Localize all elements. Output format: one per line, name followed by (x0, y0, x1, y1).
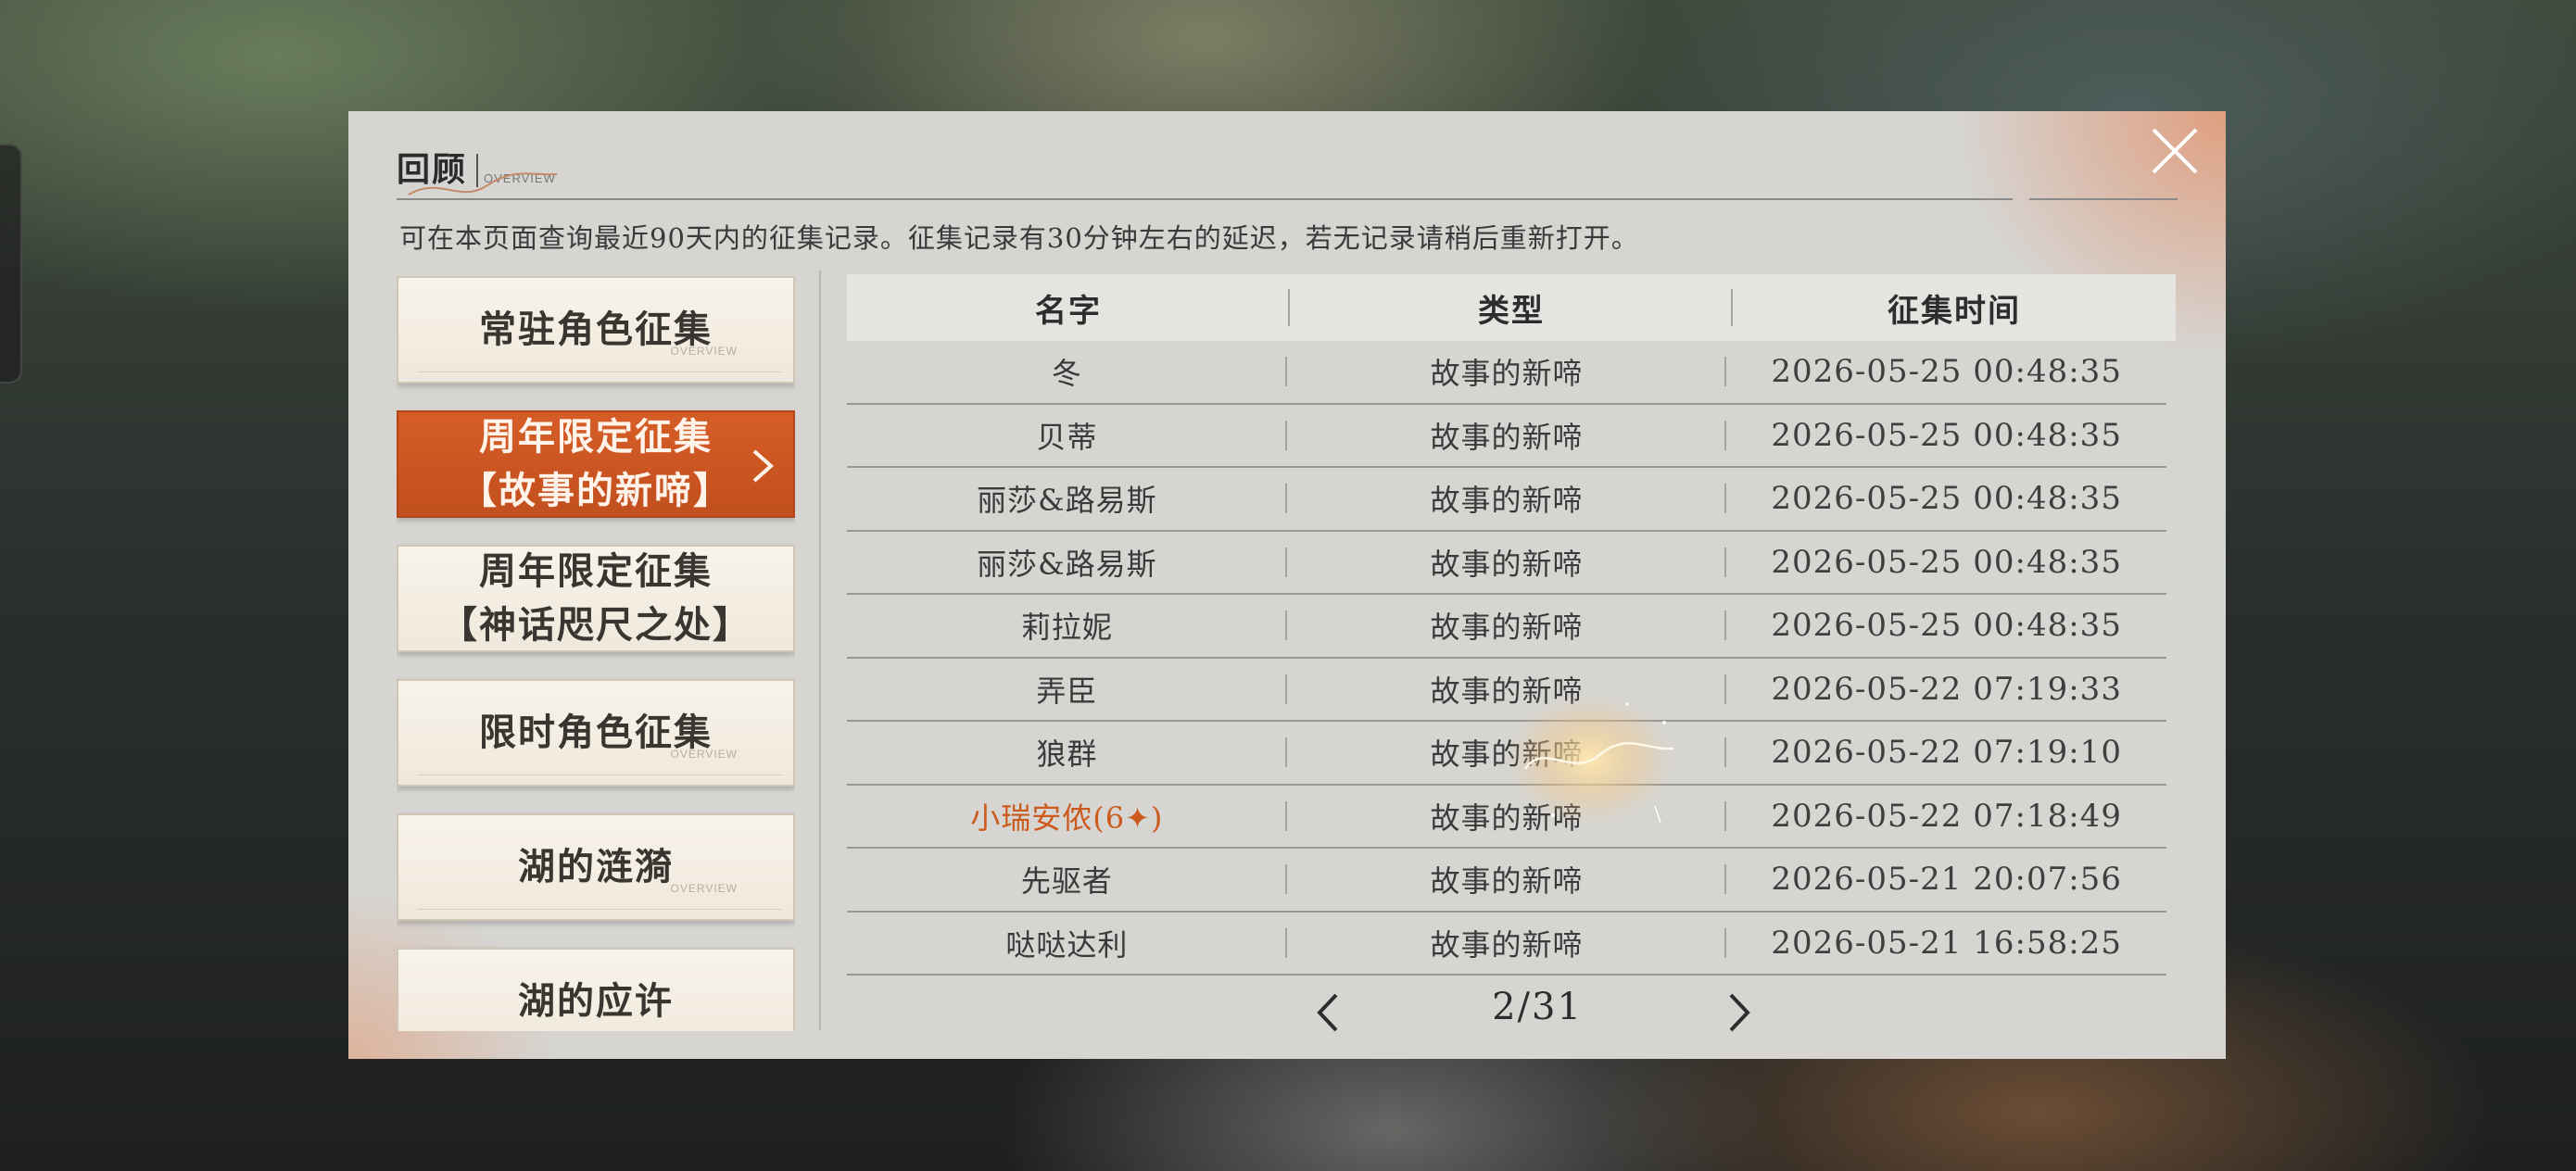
cell-time: 2026-05-25 00:48:35 (1771, 416, 2122, 454)
chevron-left-icon[interactable] (1310, 989, 1347, 1036)
cell-type: 故事的新啼 (1287, 350, 1727, 393)
header-divider (397, 198, 1957, 200)
cell-name: 弄臣 (847, 668, 1287, 711)
tab-label: 湖的涟漪 (518, 845, 674, 888)
table-row: 丽莎&路易斯 故事的新啼 2026-05-25 00:48:35 (847, 532, 2166, 595)
cell-name: 丽莎&路易斯 (847, 541, 1287, 584)
column-header-time: 征集时间 (1888, 292, 2021, 330)
cell-time: 2026-05-25 00:48:35 (1771, 607, 2122, 645)
side-handle[interactable] (0, 144, 22, 384)
cell-type: 故事的新啼 (1287, 541, 1727, 584)
cell-time: 2026-05-21 16:58:25 (1771, 924, 2122, 962)
cell-type: 故事的新啼 (1287, 858, 1727, 900)
tab-footer-label: OVERVIEW (670, 748, 738, 761)
chevron-right-icon (752, 449, 775, 483)
header-divider-short (1955, 198, 2013, 200)
tab-label: 周年限定征集 (479, 549, 713, 593)
cell-type: 故事的新啼 (1287, 922, 1727, 964)
cell-time: 2026-05-21 20:07:56 (1771, 861, 2122, 899)
cell-name: 狼群 (847, 731, 1287, 774)
tab-footer-label: OVERVIEW (670, 345, 738, 358)
title-flourish (408, 172, 558, 195)
cell-name: 先驱者 (847, 858, 1287, 900)
cell-name: 莉拉妮 (847, 604, 1287, 647)
table-row: 莉拉妮 故事的新啼 2026-05-25 00:48:35 (847, 595, 2166, 659)
description-text: 可在本页面查询最近90天内的征集记录。征集记录有30分钟左右的延迟，若无记录请稍… (399, 222, 1639, 254)
cell-name: 哒哒达利 (847, 922, 1287, 964)
cell-type: 故事的新啼 (1287, 604, 1727, 647)
table-row: 冬 故事的新啼 2026-05-25 00:48:35 (847, 341, 2166, 405)
records-table: 名字 类型 征集时间 冬 故事的新啼 2026-05-25 00:48:35 贝… (847, 274, 2176, 976)
tab-label-sub: 【故事的新啼】 (460, 469, 732, 512)
table-row: 小瑞安侬(6✦) 故事的新啼 2026-05-22 07:18:49 (847, 786, 2166, 849)
close-icon[interactable] (2142, 119, 2207, 183)
table-row: 先驱者 故事的新啼 2026-05-21 20:07:56 (847, 849, 2166, 913)
cell-type: 故事的新啼 (1287, 477, 1727, 520)
table-row: 狼群 故事的新啼 2026-05-22 07:19:10 (847, 722, 2166, 786)
cell-name: 丽莎&路易斯 (847, 477, 1287, 520)
tab-anniversary-new-cry[interactable]: 周年限定征集 【故事的新啼】 (397, 410, 795, 518)
tab-label: 周年限定征集 (479, 415, 713, 459)
cell-time: 2026-05-22 07:18:49 (1771, 797, 2122, 835)
cell-time: 2026-05-25 00:48:35 (1771, 480, 2122, 518)
table-row: 丽莎&路易斯 故事的新啼 2026-05-25 00:48:35 (847, 468, 2166, 532)
tab-standard-recruit[interactable]: 常驻角色征集 OVERVIEW (397, 276, 795, 384)
cell-name: 冬 (847, 350, 1287, 393)
banner-tab-list[interactable]: 常驻角色征集 OVERVIEW 周年限定征集 【故事的新啼】 周年限定征集 【神… (397, 276, 795, 1031)
tab-lake-promise[interactable]: 湖的应许 (397, 948, 795, 1031)
tab-anniversary-myth[interactable]: 周年限定征集 【神话咫尺之处】 (397, 545, 795, 652)
tab-label-sub: 【神话咫尺之处】 (440, 603, 751, 647)
table-header: 名字 类型 征集时间 (847, 274, 2176, 341)
overview-dialog: 回顾 OVERVIEW 可在本页面查询最近90天内的征集记录。征集记录有30分钟… (348, 111, 2226, 1059)
chevron-right-icon[interactable] (1720, 989, 1757, 1036)
tab-label: 湖的应许 (518, 979, 674, 1023)
cell-name: 贝蒂 (847, 414, 1287, 457)
table-row: 哒哒达利 故事的新啼 2026-05-21 16:58:25 (847, 913, 2166, 976)
cell-type: 故事的新啼 (1287, 731, 1727, 774)
cell-time: 2026-05-25 00:48:35 (1771, 353, 2122, 391)
page-indicator: 2/31 (1492, 986, 1583, 1028)
header-divider-end (2029, 198, 2178, 200)
cell-time: 2026-05-25 00:48:35 (1771, 543, 2122, 581)
pagination: 2/31 (847, 982, 2176, 1038)
cell-time: 2026-05-22 07:19:33 (1771, 670, 2122, 708)
cell-time: 2026-05-22 07:19:10 (1771, 734, 2122, 772)
cell-type: 故事的新啼 (1287, 414, 1727, 457)
cell-name-highlight: 小瑞安侬(6✦) (847, 795, 1287, 837)
column-header-name: 名字 (847, 285, 1290, 331)
table-row: 贝蒂 故事的新啼 2026-05-25 00:48:35 (847, 405, 2166, 468)
panel-divider (819, 271, 821, 1030)
tab-limited-recruit[interactable]: 限时角色征集 OVERVIEW (397, 679, 795, 787)
cell-type: 故事的新啼 (1287, 795, 1727, 837)
table-row: 弄臣 故事的新啼 2026-05-22 07:19:33 (847, 659, 2166, 722)
tab-footer-label: OVERVIEW (670, 882, 738, 895)
cell-type: 故事的新啼 (1287, 668, 1727, 711)
column-header-type: 类型 (1290, 285, 1733, 331)
tab-lake-ripple[interactable]: 湖的涟漪 OVERVIEW (397, 813, 795, 921)
